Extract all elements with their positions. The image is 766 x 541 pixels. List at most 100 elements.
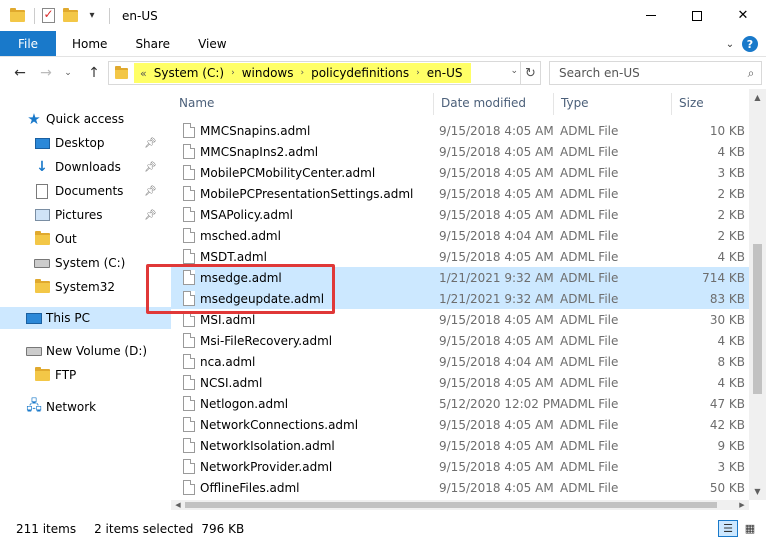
breadcrumb-windows[interactable]: windows xyxy=(237,66,299,80)
close-button[interactable]: ✕ xyxy=(720,0,766,31)
sidebar-item-quick-access[interactable]: ★ Quick access xyxy=(0,108,171,130)
chevron-right-icon[interactable]: › xyxy=(229,68,237,78)
search-input[interactable]: Search en-US xyxy=(559,66,741,80)
file-icon xyxy=(183,123,195,138)
folder-icon[interactable] xyxy=(8,7,26,25)
table-row[interactable]: MobilePCPresentationSettings.adml 9/15/2… xyxy=(171,183,749,204)
desktop-icon xyxy=(34,135,50,151)
help-icon[interactable]: ? xyxy=(742,36,758,52)
chevron-right-icon[interactable]: › xyxy=(414,68,422,78)
scroll-right-icon[interactable]: ▶ xyxy=(735,500,749,510)
vertical-scrollbar[interactable]: ▲ ▼ xyxy=(749,89,766,500)
table-row-selected[interactable]: msedgeupdate.adml 1/21/2021 9:32 AM ADML… xyxy=(171,288,749,309)
sidebar-item-pictures[interactable]: Pictures 📌︎ xyxy=(0,204,171,226)
horizontal-scrollbar[interactable]: ◀ ▶ xyxy=(171,500,749,510)
breadcrumb-policydefinitions[interactable]: policydefinitions xyxy=(306,66,414,80)
file-name: OfflineFiles.adml xyxy=(200,480,300,495)
tab-home[interactable]: Home xyxy=(56,31,121,56)
file-icon xyxy=(183,438,195,453)
customize-toolbar-dropdown[interactable]: ▾ xyxy=(83,7,101,25)
address-bar[interactable]: « System (C:) › windows › policydefiniti… xyxy=(108,61,541,85)
pin-icon[interactable]: 📌︎ xyxy=(144,210,157,221)
tab-file[interactable]: File xyxy=(0,31,56,56)
toolbar-separator xyxy=(34,7,35,24)
file-date: 9/15/2018 4:05 AM xyxy=(439,123,554,138)
large-icons-view-icon[interactable]: ▦ xyxy=(740,520,760,537)
recent-locations-chevron-icon[interactable]: ⌄ xyxy=(58,63,78,83)
table-row[interactable]: MobilePCMobilityCenter.adml 9/15/2018 4:… xyxy=(171,162,749,183)
sidebar-item-new-volume-d[interactable]: New Volume (D:) xyxy=(0,340,171,362)
sidebar-item-downloads[interactable]: ↓ Downloads 📌︎ xyxy=(0,156,171,178)
table-row[interactable]: MSDT.adml 9/15/2018 4:05 AM ADML File 4 … xyxy=(171,246,749,267)
chevron-down-icon[interactable]: ⌄ xyxy=(720,39,740,50)
sidebar-item-this-pc[interactable]: This PC xyxy=(0,307,171,329)
table-row[interactable]: MSAPolicy.adml 9/15/2018 4:05 AM ADML Fi… xyxy=(171,204,749,225)
table-row[interactable]: MMCSnapIns2.adml 9/15/2018 4:05 AM ADML … xyxy=(171,141,749,162)
column-header-name[interactable]: Name xyxy=(171,89,433,117)
star-icon: ★ xyxy=(27,110,41,128)
back-arrow-icon[interactable]: ← xyxy=(10,63,30,83)
file-type: ADML File xyxy=(560,375,619,390)
file-type: ADML File xyxy=(560,333,619,348)
sidebar-item-documents[interactable]: Documents 📌︎ xyxy=(0,180,171,202)
sidebar-item-desktop[interactable]: Desktop 📌︎ xyxy=(0,132,171,154)
file-date: 5/12/2020 12:02 PM xyxy=(439,396,561,411)
scroll-left-icon[interactable]: ◀ xyxy=(171,500,185,510)
up-arrow-icon[interactable]: ↑ xyxy=(84,63,104,83)
table-row[interactable]: Netlogon.adml 5/12/2020 12:02 PM ADML Fi… xyxy=(171,393,749,414)
table-row[interactable]: NCSI.adml 9/15/2018 4:05 AM ADML File 4 … xyxy=(171,372,749,393)
breadcrumb-system-c[interactable]: System (C:) xyxy=(149,66,229,80)
toolbar-separator xyxy=(109,7,110,24)
table-row-selected[interactable]: msedge.adml 1/21/2021 9:32 AM ADML File … xyxy=(171,267,749,288)
file-date: 1/21/2021 9:32 AM xyxy=(439,270,554,285)
details-view-icon[interactable]: ☰ xyxy=(718,520,738,537)
download-icon: ↓ xyxy=(36,159,48,175)
sidebar-item-network[interactable]: 🖧︎ Network xyxy=(0,396,171,418)
table-row[interactable]: MSI.adml 9/15/2018 4:05 AM ADML File 30 … xyxy=(171,309,749,330)
table-row[interactable]: NetworkProvider.adml 9/15/2018 4:05 AM A… xyxy=(171,456,749,477)
table-row[interactable]: NetworkIsolation.adml 9/15/2018 4:05 AM … xyxy=(171,435,749,456)
sidebar-item-system-c[interactable]: System (C:) xyxy=(0,252,171,274)
search-icon[interactable]: ⌕ xyxy=(741,66,761,81)
column-header-type[interactable]: Type xyxy=(553,89,671,117)
new-folder-icon[interactable] xyxy=(61,7,79,25)
pin-icon[interactable]: 📌︎ xyxy=(144,162,157,173)
table-row[interactable]: NetworkConnections.adml 9/15/2018 4:05 A… xyxy=(171,414,749,435)
table-row[interactable]: MMCSnapins.adml 9/15/2018 4:05 AM ADML F… xyxy=(171,120,749,141)
sidebar-item-system32[interactable]: System32 xyxy=(0,276,171,298)
refresh-icon[interactable]: ↻ xyxy=(520,62,540,84)
file-icon xyxy=(183,165,195,180)
search-box[interactable]: Search en-US ⌕ xyxy=(549,61,762,85)
breadcrumb-overflow[interactable]: « xyxy=(138,67,149,80)
file-type: ADML File xyxy=(560,123,619,138)
sidebar-item-out[interactable]: Out xyxy=(0,228,171,250)
tab-view[interactable]: View xyxy=(184,31,240,56)
scrollbar-thumb[interactable] xyxy=(185,502,717,508)
scroll-up-icon[interactable]: ▲ xyxy=(749,89,766,106)
tab-share[interactable]: Share xyxy=(121,31,184,56)
minimize-button[interactable] xyxy=(628,0,674,31)
sidebar-item-ftp[interactable]: FTP xyxy=(0,364,171,386)
file-type: ADML File xyxy=(560,228,619,243)
table-row[interactable]: nca.adml 9/15/2018 4:04 AM ADML File 8 K… xyxy=(171,351,749,372)
breadcrumb-en-us[interactable]: en-US xyxy=(422,66,468,80)
maximize-button[interactable] xyxy=(674,0,720,31)
pin-icon[interactable]: 📌︎ xyxy=(144,186,157,197)
file-name: msched.adml xyxy=(200,228,281,243)
address-dropdown-icon[interactable]: ⌄ xyxy=(510,66,518,76)
table-row[interactable]: OfflineFiles.adml 9/15/2018 4:05 AM ADML… xyxy=(171,477,749,498)
column-header-date[interactable]: Date modified xyxy=(433,89,553,117)
chevron-right-icon[interactable]: › xyxy=(298,68,306,78)
sidebar-item-label: Quick access xyxy=(46,112,125,126)
scrollbar-thumb[interactable] xyxy=(753,244,762,394)
table-row[interactable]: Msi-FileRecovery.adml 9/15/2018 4:05 AM … xyxy=(171,330,749,351)
pin-icon[interactable]: 📌︎ xyxy=(144,138,157,149)
scroll-down-icon[interactable]: ▼ xyxy=(749,483,766,500)
sidebar-item-label: This PC xyxy=(46,311,90,325)
forward-arrow-icon[interactable]: → xyxy=(36,63,56,83)
table-row[interactable]: msched.adml 9/15/2018 4:04 AM ADML File … xyxy=(171,225,749,246)
file-name: MobilePCMobilityCenter.adml xyxy=(200,165,376,180)
file-name: MobilePCPresentationSettings.adml xyxy=(200,186,414,201)
properties-icon[interactable] xyxy=(39,7,57,25)
column-header-size[interactable]: Size xyxy=(671,89,749,117)
